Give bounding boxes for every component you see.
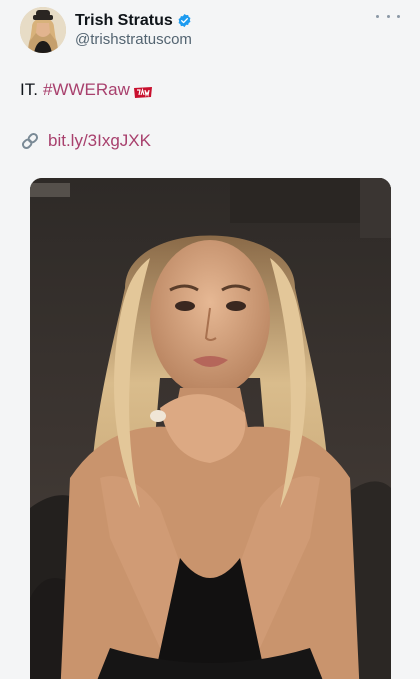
more-dot (397, 14, 400, 18)
avatar[interactable] (20, 7, 66, 53)
more-dot (376, 14, 379, 18)
avatar-image (20, 7, 66, 53)
raw-logo-icon (133, 84, 153, 98)
author-display-name[interactable]: Trish Stratus (75, 12, 173, 30)
photo-image (30, 178, 391, 679)
more-dot (386, 14, 390, 18)
author-handle[interactable]: @trishstratuscom (75, 31, 192, 48)
name-row: Trish Stratus (75, 12, 192, 30)
tweet-url-link[interactable]: bit.ly/3IxgJXK (48, 131, 151, 151)
tweet-link-row: bit.ly/3IxgJXK (20, 131, 151, 151)
tweet-text-prefix: IT. (20, 80, 38, 99)
tweet-photo[interactable] (30, 178, 391, 679)
tweet-text: IT. #WWERaw (20, 80, 153, 100)
tweet-card: Trish Stratus @trishstratuscom IT. #WWER… (0, 0, 420, 679)
author-names: Trish Stratus @trishstratuscom (75, 12, 192, 49)
link-icon (20, 131, 40, 151)
verified-badge-icon (177, 13, 192, 28)
tweet-header: Trish Stratus @trishstratuscom (20, 6, 404, 54)
hashtag-link[interactable]: #WWERaw (43, 80, 130, 100)
more-dots-icon[interactable] (376, 10, 400, 22)
